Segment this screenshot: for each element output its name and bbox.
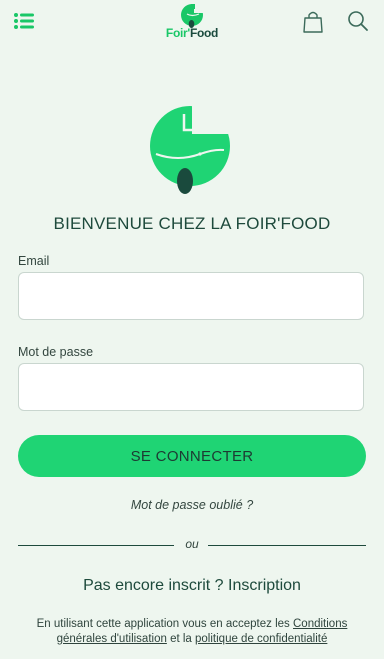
top-navigation-bar: Foir'Food (0, 0, 384, 44)
search-icon[interactable] (347, 10, 369, 32)
hamburger-menu-icon[interactable] (14, 12, 34, 30)
brand-foir-text: Foir' (165, 26, 190, 40)
forgot-password-link[interactable]: Mot de passe oublié ? (0, 498, 384, 512)
password-label: Mot de passe (18, 345, 94, 359)
brand-food-text: Food (189, 26, 219, 40)
foirfood-emblem-logo (148, 104, 238, 196)
legal-middle-text: et la (166, 633, 196, 645)
divider-label: ou (185, 537, 199, 551)
legal-notice: En utilisant cette application vous en a… (18, 617, 366, 647)
signup-link[interactable]: Pas encore inscrit ? Inscription (0, 577, 384, 595)
welcome-heading: BIENVENUE CHEZ LA FOIR'FOOD (53, 214, 331, 233)
email-label: Email (18, 254, 50, 268)
brand-wordmark: Foir'Food (162, 26, 222, 40)
login-button[interactable]: SE CONNECTER (18, 435, 366, 477)
brand-logo[interactable]: Foir'Food (162, 2, 222, 42)
shopping-bag-icon[interactable] (302, 10, 324, 34)
or-divider: ou (18, 537, 366, 553)
password-field[interactable] (18, 363, 364, 411)
privacy-link[interactable]: politique de confidentialité (195, 633, 327, 645)
legal-prefix-text: En utilisant cette application vous en a… (36, 618, 293, 630)
email-field[interactable] (18, 272, 364, 320)
